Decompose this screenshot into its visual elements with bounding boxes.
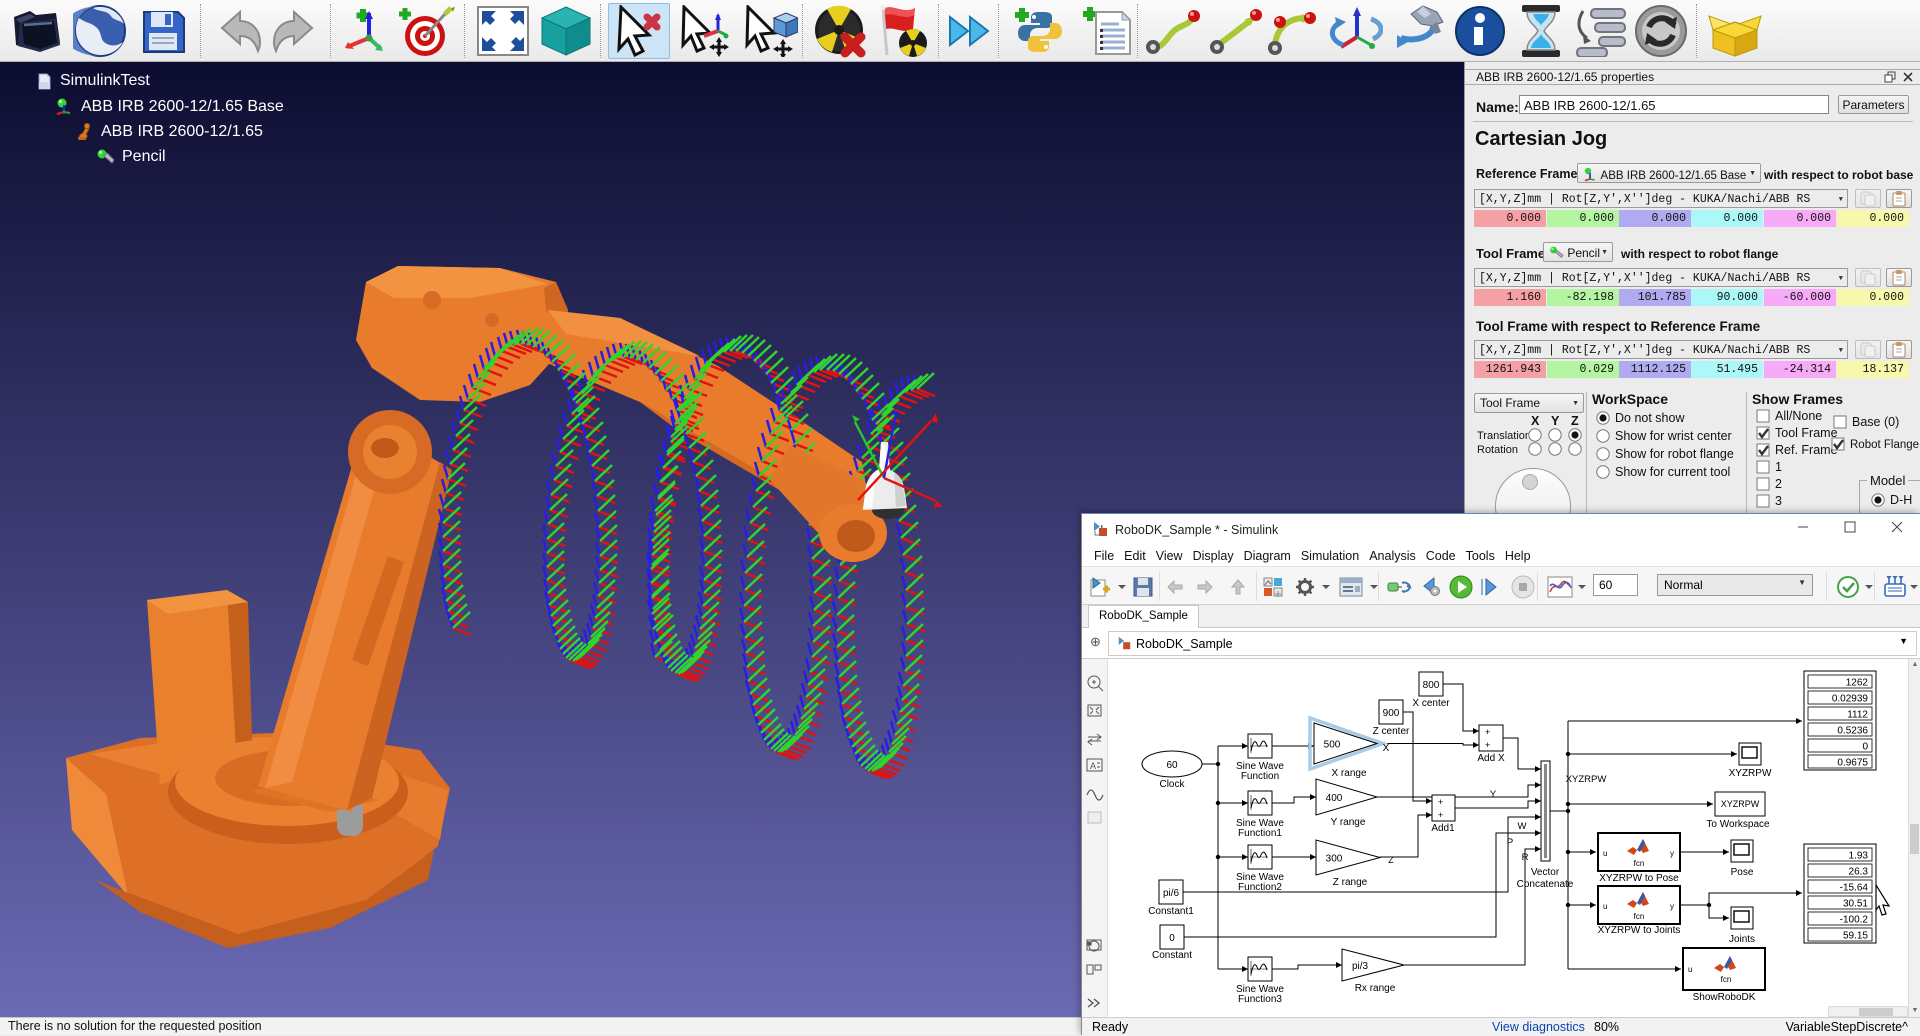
svg-text:Constant1: Constant1	[1148, 906, 1194, 917]
svg-text:1112: 1112	[1847, 710, 1868, 721]
svg-text:u: u	[1688, 965, 1692, 974]
svg-text:XYZRPW: XYZRPW	[1729, 768, 1772, 779]
svg-text:Pose: Pose	[1731, 867, 1754, 878]
svg-text:u: u	[1603, 902, 1607, 911]
svg-text:Rx range: Rx range	[1355, 983, 1396, 994]
svg-text:pi/3: pi/3	[1352, 961, 1369, 972]
svg-text:+: +	[1438, 810, 1443, 820]
svg-text:Y range: Y range	[1331, 817, 1366, 828]
svg-text:1262: 1262	[1846, 678, 1869, 689]
svg-text:XYZRPW: XYZRPW	[1566, 774, 1607, 785]
svg-text:W: W	[1518, 821, 1527, 832]
svg-text:A: A	[1090, 761, 1096, 771]
svg-text:30.51: 30.51	[1843, 899, 1868, 910]
svg-text:pi/6: pi/6	[1163, 888, 1180, 899]
svg-text:fcn: fcn	[1634, 912, 1645, 921]
svg-text:To Workspace: To Workspace	[1706, 819, 1770, 830]
svg-text:Function2: Function2	[1238, 882, 1282, 893]
svg-text:y: y	[1670, 849, 1674, 858]
svg-text:XYZRPW: XYZRPW	[1721, 799, 1760, 809]
svg-text:0.02939: 0.02939	[1832, 694, 1869, 705]
svg-text:Z: Z	[1388, 855, 1394, 865]
svg-text:R: R	[1522, 852, 1529, 863]
svg-text:Constant: Constant	[1152, 950, 1192, 961]
svg-text:ShowRoboDK: ShowRoboDK	[1693, 992, 1756, 1003]
svg-text:800: 800	[1423, 680, 1440, 691]
svg-text:XYZRPW to Pose: XYZRPW to Pose	[1599, 873, 1679, 884]
svg-text:-15.64: -15.64	[1840, 883, 1869, 894]
svg-text:300: 300	[1326, 854, 1343, 865]
svg-text:Clock: Clock	[1159, 779, 1185, 790]
svg-text:fcn: fcn	[1721, 975, 1732, 984]
svg-text:Function3: Function3	[1238, 994, 1282, 1005]
svg-text:Joints: Joints	[1729, 934, 1755, 945]
svg-text:+: +	[1438, 797, 1443, 807]
svg-text:X: X	[1383, 743, 1390, 754]
svg-text:26.3: 26.3	[1849, 867, 1869, 878]
svg-text:59.15: 59.15	[1843, 931, 1868, 942]
svg-text:Function1: Function1	[1238, 828, 1282, 839]
svg-text:+: +	[1485, 727, 1490, 737]
svg-text:Z range: Z range	[1333, 877, 1368, 888]
svg-text:0: 0	[1169, 933, 1175, 944]
svg-text:X range: X range	[1331, 768, 1366, 779]
svg-text:XYZRPW to Joints: XYZRPW to Joints	[1598, 925, 1681, 936]
svg-text:u: u	[1603, 849, 1607, 858]
svg-text:900: 900	[1383, 708, 1400, 719]
svg-text:Concatenate: Concatenate	[1517, 879, 1574, 890]
svg-text:Add1: Add1	[1431, 823, 1455, 834]
svg-text:X center: X center	[1412, 698, 1450, 709]
svg-text:P: P	[1507, 837, 1513, 848]
svg-text:Add X: Add X	[1477, 753, 1505, 764]
svg-text:Y: Y	[1490, 789, 1497, 800]
svg-text:500: 500	[1324, 740, 1341, 751]
svg-text:0.9675: 0.9675	[1837, 758, 1868, 769]
svg-text:+: +	[1485, 740, 1490, 750]
svg-text:Vector: Vector	[1531, 867, 1560, 878]
svg-text:fcn: fcn	[1634, 859, 1645, 868]
svg-text:1.93: 1.93	[1849, 851, 1869, 862]
svg-text:Z center: Z center	[1373, 726, 1410, 737]
svg-text:0: 0	[1862, 742, 1868, 753]
svg-text:60: 60	[1166, 760, 1178, 771]
svg-text:y: y	[1670, 902, 1674, 911]
svg-text:0.5236: 0.5236	[1837, 726, 1868, 737]
svg-text:400: 400	[1326, 793, 1343, 804]
svg-text:-100.2: -100.2	[1840, 915, 1869, 926]
svg-text:Function: Function	[1241, 771, 1279, 782]
